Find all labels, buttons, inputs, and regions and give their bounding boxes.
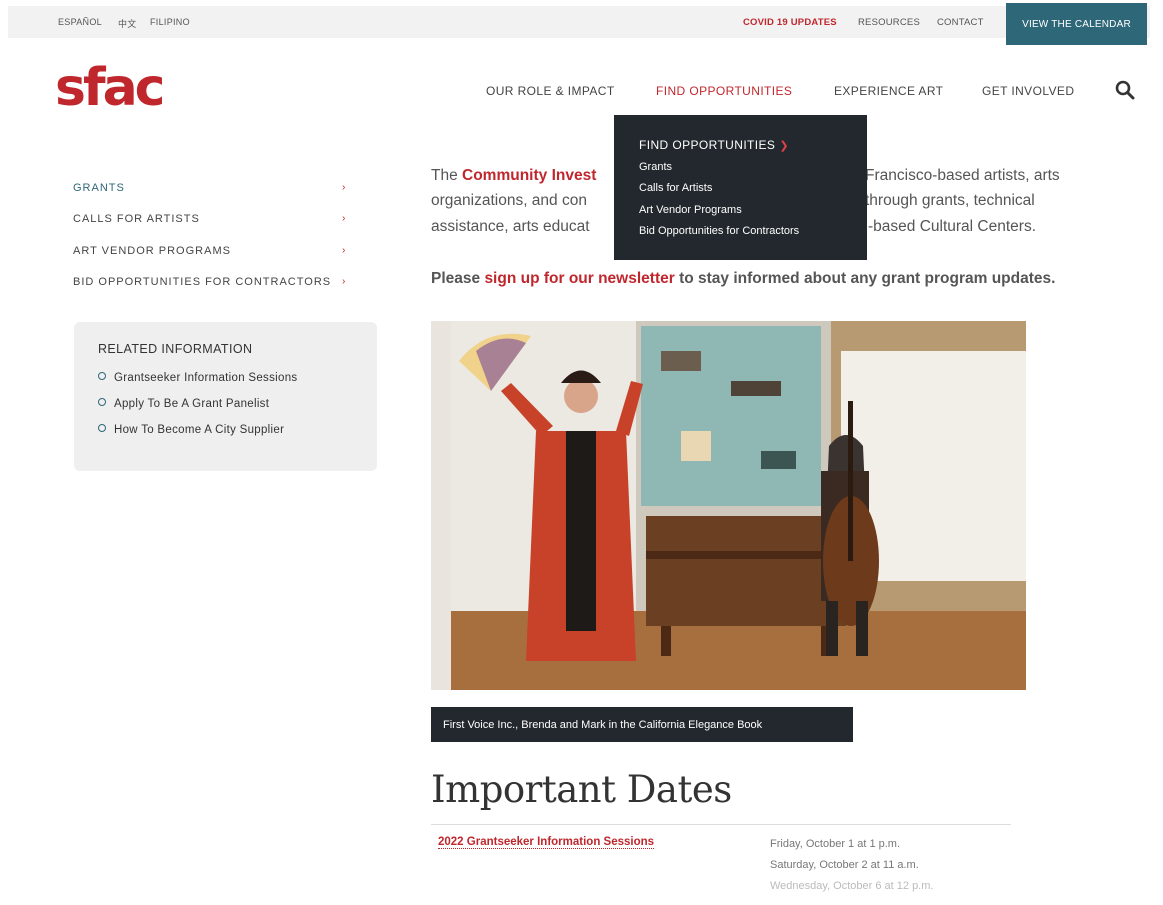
community-investments-link[interactable]: Community Invest bbox=[462, 167, 596, 184]
newsletter-signup-link[interactable]: sign up for our newsletter bbox=[484, 270, 674, 287]
related-link-label: How To Become A City Supplier bbox=[114, 424, 285, 436]
nav-get-involved[interactable]: GET INVOLVED bbox=[982, 84, 1074, 98]
intro-text: -based Cultural Centers. bbox=[868, 218, 1036, 235]
search-icon[interactable] bbox=[1115, 80, 1135, 100]
newsletter-text: Please bbox=[431, 270, 485, 287]
session-date: Friday, October 1 at 1 p.m. bbox=[770, 838, 901, 850]
language-filipino-link[interactable]: FILIPINO bbox=[150, 17, 190, 27]
related-link-grant-panelist[interactable]: Apply To Be A Grant Panelist bbox=[98, 398, 269, 410]
intro-text: organizations, and con bbox=[431, 192, 587, 209]
related-link-label: Grantseeker Information Sessions bbox=[114, 372, 298, 384]
find-opportunities-dropdown: FIND OPPORTUNITIES ❯ Grants Calls for Art… bbox=[614, 115, 867, 260]
related-link-grantseeker-sessions[interactable]: Grantseeker Information Sessions bbox=[98, 372, 297, 384]
related-link-city-supplier[interactable]: How To Become A City Supplier bbox=[98, 424, 284, 436]
resources-link[interactable]: RESOURCES bbox=[858, 17, 920, 28]
chevron-right-icon: › bbox=[342, 276, 346, 287]
chevron-right-icon: › bbox=[342, 245, 346, 256]
related-information-box: RELATED INFORMATION Grantseeker Informat… bbox=[74, 322, 377, 471]
newsletter-paragraph: Please sign up for our newsletter to sta… bbox=[431, 270, 1055, 288]
language-chinese-link[interactable]: 中文 bbox=[118, 17, 137, 30]
covid-updates-link[interactable]: COVID 19 UPDATES bbox=[743, 17, 837, 28]
dropdown-item-calls-for-artists[interactable]: Calls for Artists bbox=[639, 182, 712, 194]
divider bbox=[431, 824, 1011, 825]
performance-photo bbox=[431, 321, 1026, 690]
sfac-logo[interactable]: sfac bbox=[55, 62, 165, 114]
view-calendar-button[interactable]: VIEW THE CALENDAR bbox=[1006, 3, 1147, 45]
sidebar-item-grants[interactable]: GRANTS bbox=[73, 182, 125, 194]
sidebar-item-art-vendor-programs[interactable]: ART VENDOR PROGRAMS bbox=[73, 245, 231, 257]
grantseeker-sessions-link[interactable]: 2022 Grantseeker Information Sessions bbox=[438, 836, 655, 849]
nav-our-role-impact[interactable]: OUR ROLE & IMPACT bbox=[486, 84, 615, 98]
chevron-right-icon: › bbox=[342, 213, 346, 224]
newsletter-text: to stay informed about any grant program… bbox=[674, 270, 1056, 287]
nav-find-opportunities[interactable]: FIND OPPORTUNITIES bbox=[656, 84, 792, 98]
dropdown-item-art-vendor-programs[interactable]: Art Vendor Programs bbox=[639, 204, 742, 216]
chevron-down-icon: ❯ bbox=[779, 140, 789, 152]
dropdown-title[interactable]: FIND OPPORTUNITIES ❯ bbox=[639, 138, 789, 152]
intro-text: Francisco-based artists, arts bbox=[865, 167, 1060, 184]
sidebar-item-bid-opportunities[interactable]: BID OPPORTUNITIES FOR CONTRACTORS bbox=[73, 276, 331, 288]
circle-bullet-icon bbox=[98, 398, 106, 406]
photo-caption: First Voice Inc., Brenda and Mark in the… bbox=[431, 707, 853, 742]
intro-text: The bbox=[431, 167, 463, 184]
session-date: Wednesday, October 6 at 12 p.m. bbox=[770, 880, 934, 892]
circle-bullet-icon bbox=[98, 424, 106, 432]
intro-text: through grants, technical bbox=[865, 192, 1035, 209]
important-dates-heading: Important Dates bbox=[431, 768, 732, 811]
circle-bullet-icon bbox=[98, 372, 106, 380]
intro-text: assistance, arts educat bbox=[431, 218, 590, 235]
chevron-right-icon: › bbox=[342, 182, 346, 193]
language-espanol-link[interactable]: ESPAÑOL bbox=[58, 17, 102, 27]
dropdown-item-grants[interactable]: Grants bbox=[639, 161, 672, 173]
dropdown-title-label: FIND OPPORTUNITIES bbox=[639, 138, 776, 152]
utility-bar: ESPAÑOL 中文 FILIPINO COVID 19 UPDATES RES… bbox=[8, 6, 1150, 38]
dropdown-item-bid-opportunities[interactable]: Bid Opportunities for Contractors bbox=[639, 225, 799, 237]
session-date: Saturday, October 2 at 11 a.m. bbox=[770, 859, 919, 871]
related-information-title: RELATED INFORMATION bbox=[98, 342, 253, 356]
nav-experience-art[interactable]: EXPERIENCE ART bbox=[834, 84, 943, 98]
contact-link[interactable]: CONTACT bbox=[937, 17, 984, 28]
sidebar-item-calls-for-artists[interactable]: CALLS FOR ARTISTS bbox=[73, 213, 200, 225]
related-link-label: Apply To Be A Grant Panelist bbox=[114, 398, 270, 410]
